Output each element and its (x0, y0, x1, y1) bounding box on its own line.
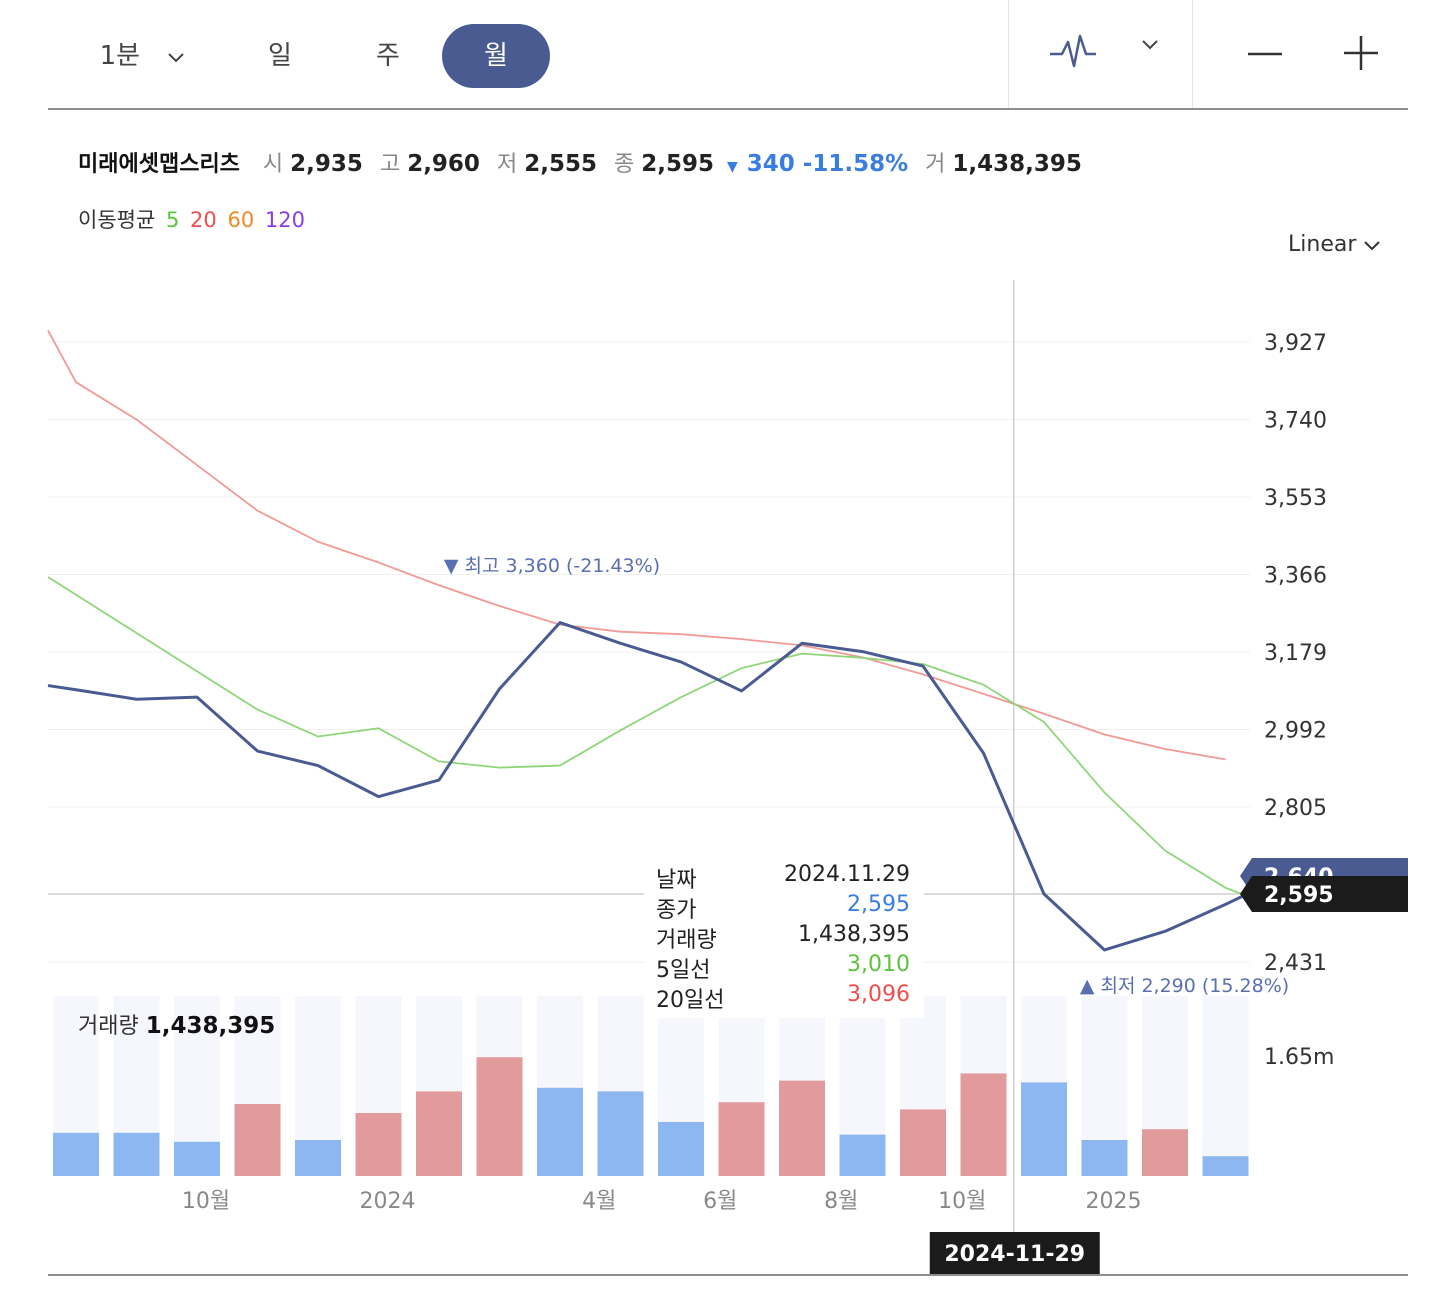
volume-panel-label: 거래량 1,438,395 (78, 1008, 275, 1040)
chart-bottom-border (48, 1274, 1408, 1276)
y-tick-label: 3,366 (1264, 564, 1327, 589)
volume-bar (1142, 1129, 1188, 1176)
volume-bar (658, 1122, 704, 1176)
volume-bar (295, 1140, 341, 1176)
volume-bar (779, 1080, 825, 1176)
y-tick-label: 3,179 (1264, 641, 1327, 666)
tooltip-close-key: 종가 (656, 898, 697, 923)
x-tick-label: 6월 (703, 1189, 737, 1214)
y-tick-label: 2,805 (1264, 796, 1327, 821)
volume-bar (113, 1132, 160, 1176)
y-tick-label: 3,927 (1264, 331, 1327, 356)
volume-bar (53, 1132, 99, 1176)
volume-bar (174, 1141, 220, 1176)
x-tick-label: 10월 (182, 1189, 230, 1214)
tooltip-volume-key: 거래량 (656, 928, 717, 953)
volume-bar (1202, 1156, 1249, 1176)
volume-bar (839, 1134, 886, 1176)
crosshair-date-label: 2024-11-29 (944, 1242, 1085, 1267)
tooltip-ma5-key: 5일선 (656, 958, 711, 983)
tooltip-ma20-key: 20일선 (656, 988, 725, 1013)
y-tick-label: 3,553 (1264, 486, 1327, 511)
volume-bar (1081, 1140, 1128, 1176)
volume-bar (416, 1091, 462, 1176)
tooltip-date-key: 날짜 (656, 868, 697, 893)
y-tick-label: 2,431 (1264, 951, 1327, 976)
high-marker-label: ▼ 최고 3,360 (-21.43%) (444, 555, 660, 577)
volume-bar (718, 1102, 765, 1176)
x-tick-label: 2024 (360, 1189, 416, 1214)
low-marker-label: ▲ 최저 2,290 (15.28%) (1080, 975, 1289, 997)
x-tick-label: 10월 (938, 1189, 986, 1214)
crosshair-price-tag: 2,595 (1264, 883, 1334, 908)
ma20-line (47, 329, 1226, 761)
volume-bar-bg (1202, 996, 1249, 1176)
volume-bar (1021, 1082, 1067, 1176)
tooltip-close: 2,595 (847, 892, 910, 917)
volume-bar (234, 1104, 281, 1176)
tooltip-ma20: 3,096 (847, 982, 910, 1007)
volume-bar (537, 1087, 583, 1176)
x-tick-label: 4월 (582, 1189, 616, 1214)
volume-axis-label: 1.65m (1264, 1045, 1334, 1070)
tooltip-volume: 1,438,395 (798, 922, 910, 947)
volume-bar (597, 1091, 644, 1176)
volume-bar (960, 1073, 1007, 1176)
tooltip-date: 2024.11.29 (784, 862, 910, 887)
y-tick-label: 3,740 (1264, 409, 1327, 434)
x-tick-label: 2025 (1086, 1189, 1142, 1214)
tooltip-ma5: 3,010 (847, 952, 910, 977)
price-chart[interactable]: 3,927 3,740 3,553 3,366 3,179 2,992 2,805 2,431… (0, 0, 1436, 1314)
y-tick-label: 2,992 (1264, 719, 1327, 744)
x-tick-label: 8월 (824, 1189, 858, 1214)
volume-bar (355, 1113, 402, 1176)
volume-bar (476, 1057, 523, 1176)
crosshair-tooltip: 날짜 2024.11.29 종가 2,595 거래량 1,438,395 5일선… (644, 858, 924, 1018)
volume-panel-value: 1,438,395 (145, 1013, 276, 1039)
volume-bar (900, 1109, 946, 1176)
volume-panel-key: 거래량 (78, 1014, 139, 1039)
